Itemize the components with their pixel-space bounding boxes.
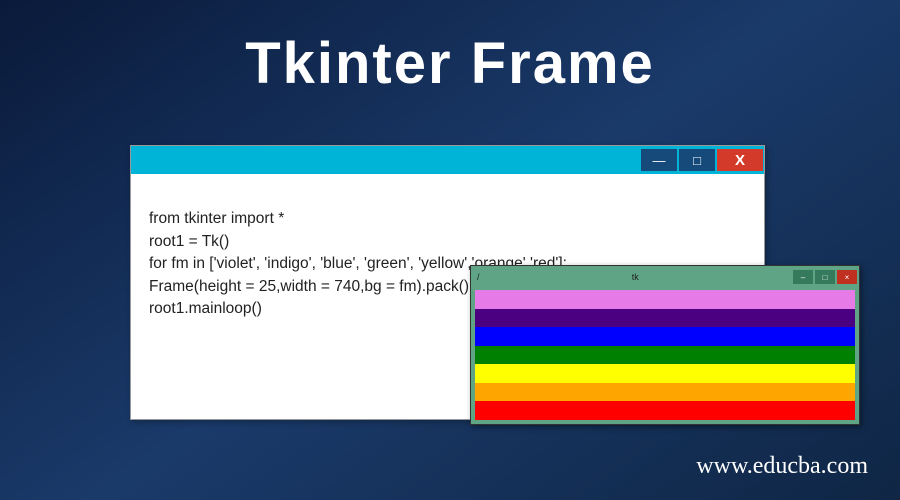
stripe-orange (475, 383, 855, 402)
stripe-violet (475, 290, 855, 309)
code-window-titlebar: — □ X (131, 146, 764, 174)
stripe-green (475, 346, 855, 365)
output-titlebar: / tk – □ × (471, 266, 859, 288)
code-line: from tkinter import * (149, 210, 284, 227)
code-line: Frame(height = 25,width = 740,bg = fm).p… (149, 278, 469, 295)
output-minimize-button[interactable]: – (793, 270, 813, 284)
website-url: www.educba.com (696, 453, 868, 480)
stripe-red (475, 401, 855, 420)
output-close-button[interactable]: × (837, 270, 857, 284)
stripe-indigo (475, 309, 855, 328)
maximize-button[interactable]: □ (679, 149, 715, 171)
output-title-center: tk (480, 272, 791, 282)
code-line: root1 = Tk() (149, 233, 229, 250)
output-window: / tk – □ × (470, 265, 860, 425)
stripe-blue (475, 327, 855, 346)
close-button[interactable]: X (717, 149, 763, 171)
stripe-yellow (475, 364, 855, 383)
output-maximize-button[interactable]: □ (815, 270, 835, 284)
output-window-buttons: – □ × (791, 270, 857, 284)
code-line: root1.mainloop() (149, 300, 262, 317)
color-stripes-container (471, 288, 859, 424)
minimize-button[interactable]: — (641, 149, 677, 171)
page-title: Tkinter Frame (0, 0, 900, 97)
